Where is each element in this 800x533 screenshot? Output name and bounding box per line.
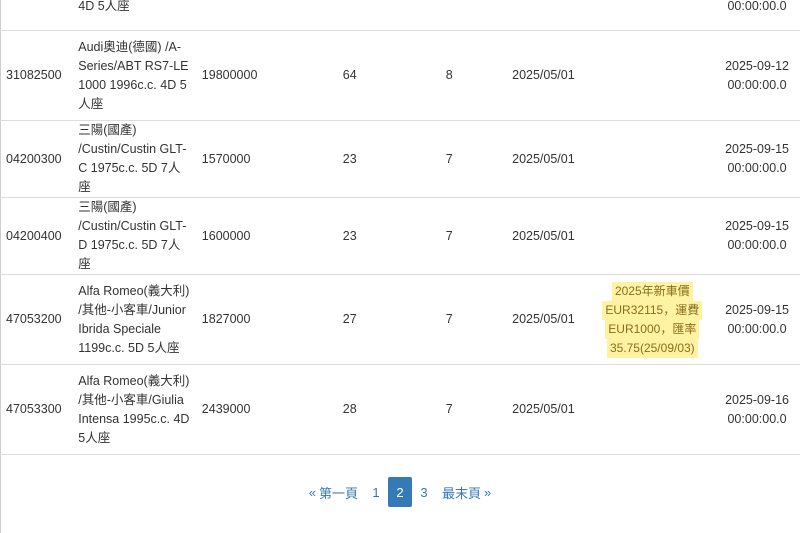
highlighted-note-line: EUR1000，匯率 [605, 319, 700, 339]
vehicle-name: 4D 5人座 [72, 0, 196, 31]
effective-date: 2025/05/01 [496, 364, 591, 455]
vehicle-code: 31082500 [0, 30, 73, 121]
table-row: 04200400 三陽(國產) /Custin/Custin GLT-D 1975… [0, 197, 800, 275]
vehicle-price: 19800000 [195, 30, 298, 121]
updated-datetime: 2025-09-15 00:00:00.0 [714, 274, 800, 365]
updated-date: 2025-09-12 [725, 58, 790, 73]
updated-datetime: 2025-09-16 00:00:00.0 [714, 364, 800, 455]
value-2: 7 [402, 120, 497, 198]
value-2: 7 [402, 197, 497, 275]
note-cell [590, 0, 715, 31]
updated-date: 2025-09-15 [725, 219, 790, 233]
table-row: 04200300 三陽(國產) /Custin/Custin GLT-C 1975… [0, 120, 800, 198]
page-2-link-current[interactable]: 2 [388, 477, 412, 507]
updated-datetime: 2025-09-12 00:00:00.0 [714, 30, 800, 121]
updated-datetime: 2025-09-15 00:00:00.0 [714, 197, 800, 275]
effective-date: 2025/05/01 [496, 120, 591, 198]
highlighted-note-line: EUR32115，運費 [602, 300, 703, 320]
updated-datetime: 2025-09-15 00:00:00.0 [714, 120, 800, 198]
table-row: 47053200 Alfa Romeo(義大利) /其他-小客車/Junior I… [0, 274, 800, 365]
note-cell [590, 120, 715, 198]
highlighted-note-line: 35.75(25/09/03) [606, 338, 698, 358]
note-cell [590, 364, 715, 455]
note-cell: 2025年新車價 EUR32115，運費 EUR1000，匯率 35.75(25/09… [590, 274, 715, 365]
updated-time: 00:00:00.0 [727, 161, 787, 175]
pagination: « 第一頁 1 2 3 最末頁 » [0, 477, 800, 507]
effective-date: 2025/05/01 [496, 197, 591, 275]
vehicle-price: 1600000 [195, 197, 298, 275]
value-1: 23 [297, 197, 403, 275]
table-row: 4D 5人座 00:00:00.0 [0, 0, 800, 31]
first-page-link[interactable]: « 第一頁 [300, 477, 364, 507]
vehicle-price: 2439000 [195, 364, 298, 455]
value-1: 28 [297, 364, 403, 455]
first-page-label: 第一頁 [318, 485, 358, 501]
vehicle-price-table: 4D 5人座 00:00:00.0 31082500 Audi奧迪(德國) /A-Se… [0, 0, 800, 455]
updated-date: 2025-09-15 [725, 302, 790, 317]
vehicle-price: 1570000 [195, 120, 298, 198]
value-2: 8 [402, 30, 497, 121]
page-1-link[interactable]: 1 [364, 477, 388, 507]
effective-date: 2025/05/01 [496, 274, 591, 365]
highlighted-note-line: 2025年新車價 [611, 281, 693, 301]
updated-time: 00:00:00.0 [727, 0, 787, 13]
vehicle-name: Audi奧迪(德國) /A-Series/ABT RS7-LE 1000 199… [72, 30, 196, 121]
updated-datetime: 00:00:00.0 [714, 0, 800, 31]
vehicle-code: 04200300 [0, 120, 73, 198]
double-chevron-right-icon: » [484, 484, 492, 500]
updated-date: 2025-09-15 [725, 142, 790, 156]
double-chevron-left-icon: « [308, 484, 316, 500]
updated-time: 00:00:00.0 [727, 411, 787, 426]
value-2 [402, 0, 497, 31]
vehicle-price [195, 0, 298, 31]
updated-time: 00:00:00.0 [727, 77, 787, 92]
value-1: 64 [297, 30, 403, 121]
updated-time: 00:00:00.0 [727, 238, 787, 252]
value-1: 27 [297, 274, 403, 365]
value-1 [297, 0, 403, 31]
value-2: 7 [402, 364, 497, 455]
last-page-link[interactable]: 最末頁 » [436, 477, 500, 507]
updated-date: 2025-09-16 [725, 392, 790, 407]
vehicle-name: 三陽(國產) /Custin/Custin GLT-D 1975c.c. 5D … [72, 197, 196, 275]
value-2: 7 [402, 274, 497, 365]
vehicle-price: 1827000 [195, 274, 298, 365]
note-cell [590, 30, 715, 121]
note-cell [590, 197, 715, 275]
value-1: 23 [297, 120, 403, 198]
vehicle-code: 47053300 [0, 364, 73, 455]
effective-date: 2025/05/01 [496, 30, 591, 121]
table-row: 47053300 Alfa Romeo(義大利) /其他-小客車/Giulia I… [0, 364, 800, 455]
updated-time: 00:00:00.0 [727, 321, 787, 336]
vehicle-name: Alfa Romeo(義大利) /其他-小客車/Giulia Intensa 1… [72, 364, 196, 455]
table-row: 31082500 Audi奧迪(德國) /A-Series/ABT RS7-LE … [0, 30, 800, 121]
vehicle-name: 三陽(國產) /Custin/Custin GLT-C 1975c.c. 5D … [72, 120, 196, 198]
vehicle-code: 04200400 [0, 197, 73, 275]
vehicle-name: Alfa Romeo(義大利) /其他-小客車/Junior Ibrida Sp… [72, 274, 196, 365]
page-3-link[interactable]: 3 [412, 477, 436, 507]
vehicle-code: 47053200 [0, 274, 73, 365]
last-page-label: 最末頁 [442, 485, 482, 501]
effective-date [496, 0, 591, 31]
vehicle-code [0, 0, 73, 31]
results-panel: 4D 5人座 00:00:00.0 31082500 Audi奧迪(德國) /A-Se… [0, 0, 800, 533]
